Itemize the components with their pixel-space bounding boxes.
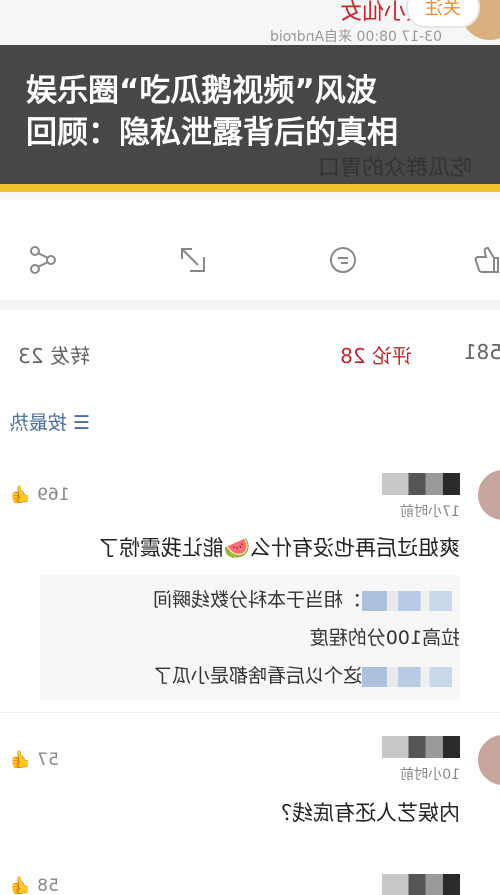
reply-box[interactable]: ：相当于本科分数线瞬间 拉高100分的程度 这个以后看啥都是小瓜了	[40, 575, 460, 700]
replier-name-blurred	[362, 666, 452, 687]
like-icon[interactable]	[472, 243, 500, 277]
section-divider	[0, 300, 500, 310]
comment-time: 10小时前	[400, 767, 460, 783]
comment-like-count: 169	[37, 485, 70, 505]
post-action-bar	[0, 225, 500, 295]
headline-title: 娱乐圈“吃瓜鹅视频”风波 回顾：隐私泄露背后的真相	[26, 70, 486, 154]
sort-hottest[interactable]: ☰ 按最热	[10, 408, 90, 435]
comment-like[interactable]: 57 👍	[10, 750, 59, 770]
commenter-name-blurred	[382, 736, 460, 758]
comment-time: 17小时前	[400, 504, 460, 520]
tab-likes[interactable]: 581	[464, 340, 500, 364]
reply-line: 这个以后看啥都是小瓜了	[153, 661, 460, 688]
headline-line-1: 娱乐圈“吃瓜鹅视频”风波	[26, 73, 377, 109]
comment-text: 爽姐过后再也没有什么🍉能让我震惊了	[97, 536, 460, 560]
tab-repost[interactable]: 转发 23	[18, 340, 90, 369]
forward-icon[interactable]	[176, 243, 210, 277]
thumb-up-icon: 👍	[10, 750, 32, 770]
comment-icon[interactable]	[326, 243, 360, 277]
commenter-name-blurred	[382, 874, 460, 895]
thumb-up-icon: 👍	[10, 485, 32, 505]
post-meta: 03-17 08:00 来自Android	[269, 29, 442, 45]
comment-like-count: 58	[37, 876, 59, 895]
tab-comments[interactable]: 评论 28	[340, 340, 412, 369]
comment-separator	[0, 712, 500, 713]
comment-like-count: 57	[37, 750, 59, 770]
snippet-text: 吃瓜群众的胃口	[318, 156, 473, 181]
headline-line-2: 回顾：隐私泄露背后的真相	[26, 115, 398, 151]
interaction-tabs: 581 评论 28 转发 23	[0, 330, 500, 380]
reply-line: 拉高100分的程度	[309, 627, 460, 649]
banner-accent-line	[0, 184, 500, 192]
commenter-avatar[interactable]	[478, 470, 500, 520]
comment-like[interactable]: 58 👍	[10, 876, 59, 895]
commenter-name-blurred	[382, 473, 460, 495]
sort-label: 按最热	[9, 412, 67, 434]
share-icon[interactable]	[26, 243, 60, 277]
thumb-up-icon: 👍	[10, 876, 32, 895]
replier-name-blurred	[362, 590, 452, 611]
commenter-avatar[interactable]	[478, 735, 500, 785]
comment-like[interactable]: 169 👍	[10, 485, 70, 505]
sort-icon: ☰	[66, 412, 90, 434]
reply-line: ：相当于本科分数线瞬间	[153, 585, 460, 612]
comment-text: 内娱艺人还有底线？	[271, 801, 460, 825]
follow-button[interactable]: 关注	[406, 0, 480, 28]
